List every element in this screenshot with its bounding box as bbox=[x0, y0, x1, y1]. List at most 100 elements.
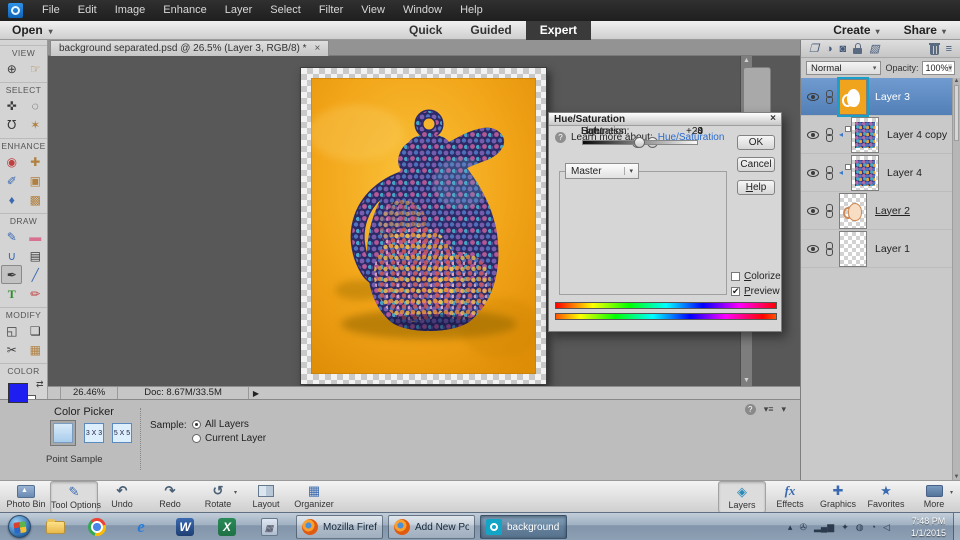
radio-icon[interactable] bbox=[192, 420, 201, 429]
delete-layer-icon[interactable] bbox=[930, 42, 939, 55]
scrollbar-thumb[interactable] bbox=[954, 85, 959, 141]
favorites-panel-button[interactable]: ★ ▾ Favorites bbox=[862, 481, 910, 513]
dialog-checkbox[interactable]: Preview bbox=[731, 286, 781, 297]
type-tool[interactable]: T bbox=[1, 284, 22, 303]
help-icon[interactable]: ? bbox=[745, 404, 756, 415]
cancel-button[interactable]: Cancel bbox=[737, 157, 775, 172]
menu-item[interactable]: Select bbox=[261, 0, 310, 21]
layer-row[interactable]: ◂ Layer 2 bbox=[801, 192, 952, 230]
effects-panel-button[interactable]: fx ▾ Effects bbox=[766, 481, 814, 513]
blend-mode-select[interactable]: Normal▾ bbox=[806, 61, 881, 75]
mode-tab[interactable]: Guided bbox=[456, 21, 525, 40]
close-dialog-icon[interactable]: × bbox=[770, 113, 776, 125]
brush-tool[interactable]: ✎ bbox=[1, 227, 22, 246]
red-eye-removal-tool[interactable]: ◉ bbox=[1, 152, 22, 171]
layer-name[interactable]: Layer 2 bbox=[875, 205, 910, 217]
safely-remove-hardware-icon[interactable]: ◍ bbox=[856, 513, 864, 540]
checkbox-icon[interactable] bbox=[731, 287, 740, 296]
create-button[interactable]: Create▾ bbox=[833, 21, 879, 40]
lasso-tool[interactable]: ℧ bbox=[1, 115, 22, 134]
canvas[interactable] bbox=[300, 67, 547, 385]
marquee-tool[interactable]: ◌ bbox=[25, 96, 46, 115]
layers-scrollbar[interactable]: ▲ ▼ bbox=[952, 78, 960, 480]
layer-thumbnail[interactable] bbox=[839, 193, 867, 229]
magic-wand-tool[interactable]: ✶ bbox=[25, 115, 46, 134]
layer-thumbnail[interactable] bbox=[839, 231, 867, 267]
cookie-cutter-tool[interactable]: ❏ bbox=[25, 321, 46, 340]
organizer-button[interactable]: ▦ ▾ Organizer bbox=[290, 481, 338, 513]
slider-value[interactable]: 0 bbox=[667, 126, 703, 137]
redo-button[interactable]: ↷ ▾ Redo bbox=[146, 481, 194, 513]
opacity-input[interactable]: 100%▾ bbox=[922, 61, 955, 75]
visibility-eye-icon[interactable] bbox=[807, 245, 819, 253]
sample-5x5-button[interactable]: 5 X 5 bbox=[112, 423, 132, 443]
layer-thumbnail[interactable] bbox=[839, 79, 867, 115]
dialog-checkbox[interactable]: Colorize bbox=[731, 271, 781, 282]
add-layer-icon[interactable]: ❐ bbox=[809, 41, 819, 57]
layers-panel-button[interactable]: ◈ ▾ Layers bbox=[718, 481, 766, 513]
eraser-tool[interactable]: ▬ bbox=[25, 227, 46, 246]
action-center-icon[interactable]: ◔ bbox=[871, 513, 876, 540]
menu-item[interactable]: Window bbox=[394, 0, 451, 21]
share-button[interactable]: Share▾ bbox=[904, 21, 946, 40]
straighten-tool[interactable]: ✂ bbox=[1, 340, 22, 359]
sample-3x3-button[interactable]: 3 X 3 bbox=[84, 423, 104, 443]
layer-name[interactable]: Layer 1 bbox=[875, 243, 910, 255]
hand-tool[interactable]: ☞ bbox=[25, 59, 46, 78]
chrome-icon[interactable] bbox=[86, 516, 108, 538]
layer-name[interactable]: Layer 3 bbox=[875, 91, 910, 103]
panel-menu-icon[interactable]: ▾≡ bbox=[764, 404, 774, 415]
crop-tool[interactable]: ◱ bbox=[1, 321, 22, 340]
open-button[interactable]: Open▾ bbox=[12, 21, 59, 40]
swap-colors-icon[interactable]: ⇄ bbox=[36, 379, 44, 390]
blur-tool[interactable]: ♦ bbox=[1, 190, 22, 209]
remote-display-icon[interactable]: ✇ bbox=[799, 513, 807, 540]
recompose-tool[interactable]: ▦ bbox=[25, 340, 46, 359]
volume-icon[interactable]: ◁ bbox=[883, 513, 890, 540]
menu-item[interactable]: Edit bbox=[69, 0, 106, 21]
point-sample-button[interactable] bbox=[50, 420, 76, 446]
ok-button[interactable]: OK bbox=[737, 135, 775, 150]
radio-icon[interactable] bbox=[192, 434, 201, 443]
smart-brush-tool[interactable]: ✐ bbox=[1, 171, 22, 190]
sample-scope-radio[interactable]: All Layers bbox=[192, 419, 266, 430]
dialog-title-bar[interactable]: Hue/Saturation × bbox=[549, 113, 781, 126]
undo-button[interactable]: ↶ ▾ Undo bbox=[98, 481, 146, 513]
visibility-eye-icon[interactable] bbox=[807, 207, 819, 215]
calculator-icon[interactable]: ▦ bbox=[258, 516, 280, 538]
menu-item[interactable]: Enhance bbox=[154, 0, 215, 21]
visibility-eye-icon[interactable] bbox=[807, 169, 819, 177]
status-arrow-icon[interactable]: ▶ bbox=[253, 389, 259, 398]
panel-menu-icon[interactable]: ≡ bbox=[946, 41, 952, 57]
line-tool[interactable]: ╱ bbox=[25, 265, 46, 284]
word-icon[interactable]: W bbox=[174, 516, 196, 538]
channel-select[interactable]: Master▾ bbox=[565, 163, 639, 179]
eyedropper-tool[interactable]: ✒ bbox=[1, 265, 22, 284]
taskbar-clock[interactable]: 7:48 PM 1/1/2015 bbox=[911, 515, 946, 539]
menu-item[interactable]: File bbox=[33, 0, 69, 21]
document-tab[interactable]: background separated.psd @ 26.5% (Layer … bbox=[50, 40, 329, 56]
layer-thumbnail[interactable] bbox=[851, 117, 879, 153]
app-logo-icon[interactable] bbox=[8, 3, 23, 18]
visibility-eye-icon[interactable] bbox=[807, 93, 819, 101]
checkbox-icon[interactable] bbox=[731, 272, 740, 281]
layer-row[interactable]: ◂ Layer 1 bbox=[801, 230, 952, 268]
menu-item[interactable]: Image bbox=[106, 0, 155, 21]
menu-item[interactable]: Filter bbox=[310, 0, 352, 21]
layout-button[interactable]: ▾ Layout bbox=[242, 481, 290, 513]
layer-thumbnail[interactable] bbox=[851, 155, 879, 191]
taskbar-window-button[interactable]: background ... bbox=[480, 515, 567, 539]
slider-track[interactable] bbox=[582, 140, 698, 145]
layer-name[interactable]: Layer 4 bbox=[887, 167, 922, 179]
scroll-up-icon[interactable]: ▲ bbox=[741, 56, 752, 66]
start-button[interactable] bbox=[8, 515, 31, 538]
network-status-icon[interactable]: ▂▄▆ bbox=[814, 513, 834, 540]
layer-row[interactable]: ◂ Layer 4 bbox=[801, 154, 952, 192]
tool-options-button[interactable]: ✎ ▾ Tool Options bbox=[50, 481, 98, 513]
layer-row[interactable]: ◂ Layer 4 copy bbox=[801, 116, 952, 154]
taskbar-window-button[interactable]: Mozilla Firef... bbox=[296, 515, 383, 539]
update-status-icon[interactable]: ✦ bbox=[841, 513, 849, 540]
show-hidden-icons-icon[interactable]: ▴ bbox=[788, 513, 793, 540]
explorer-icon[interactable] bbox=[44, 516, 66, 538]
foreground-color-swatch[interactable] bbox=[8, 383, 28, 403]
